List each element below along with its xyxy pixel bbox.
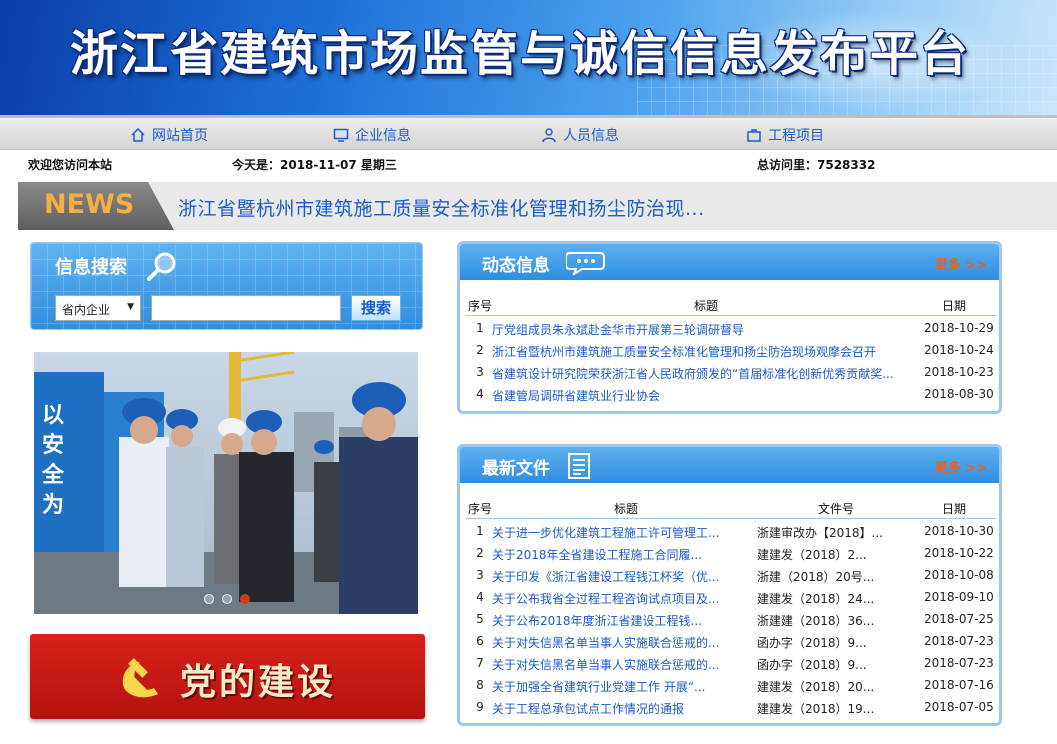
row-title-link[interactable]: 关于公布我省全过程工程咨询试点项目及... [492, 590, 754, 607]
search-category-select[interactable]: 省内企业 ▼ [55, 295, 141, 321]
dynamic-info-table: 序号 标题 日期 1 厅党组成员朱永斌赴金华市开展第三轮调研督导 2018-10… [466, 294, 996, 409]
search-button[interactable]: 搜索 [351, 295, 401, 321]
search-input[interactable] [151, 295, 341, 321]
col-header-date: 日期 [942, 502, 967, 516]
visit-counter: 总访问里：7528332 [757, 158, 876, 172]
row-title-link[interactable]: 关于加强全省建筑行业党建工作 开展“... [492, 678, 754, 695]
slider-dots [204, 594, 250, 604]
table-row: 4 省建管局调研省建筑业行业协会 2018-08-30 [476, 387, 994, 404]
panel-header: 动态信息 更多 >> [460, 244, 999, 280]
table-row: 4 关于公布我省全过程工程咨询试点项目及... 建建发（2018）24... 2… [476, 590, 994, 607]
row-title-link[interactable]: 省建管局调研省建筑业行业协会 [492, 387, 912, 404]
party-banner-title: 党的建设 [180, 662, 337, 703]
col-header-date: 日期 [942, 299, 967, 313]
row-title-link[interactable]: 关于公布2018年度浙江省建设工程钱... [492, 612, 754, 629]
table-row: 1 关于进一步优化建筑工程施工许可管理工... 浙建审改办【2018】... 2… [476, 524, 994, 541]
panel-title: 最新文件 [482, 459, 550, 479]
svg-text:安: 安 [42, 432, 64, 458]
table-header: 序号 标题 日期 [466, 294, 996, 316]
nav-item-personnel[interactable]: 人员信息 [541, 123, 619, 147]
table-row: 2 浙江省暨杭州市建筑施工质量安全标准化管理和扬尘防治现场观摩会召开 2018-… [476, 343, 994, 360]
chevron-down-icon: ▼ [127, 302, 134, 312]
document-icon [568, 453, 590, 479]
person-icon [542, 128, 556, 143]
site-visit-photo: 以 安 全 为 [34, 352, 418, 614]
row-title-link[interactable]: 省建筑设计研究院荣获浙江省人民政府颁发的“首届标准化创新优秀贡献奖... [492, 365, 912, 382]
row-title-link[interactable]: 关于2018年全省建设工程施工合同履... [492, 546, 754, 563]
nav-item-label: 人员信息 [563, 128, 619, 144]
table-row: 5 关于公布2018年度浙江省建设工程钱... 浙建建（2018）36... 2… [476, 612, 994, 629]
party-building-banner[interactable]: 党的建设 [30, 634, 425, 719]
welcome-text: 欢迎您访问本站 [28, 158, 113, 172]
col-header-doc: 文件号 [818, 502, 855, 516]
col-header-title: 标题 [694, 299, 719, 313]
svg-text:全: 全 [41, 462, 65, 488]
nav-item-label: 企业信息 [355, 128, 411, 144]
row-title-link[interactable]: 关于对失信黑名单当事人实施联合惩戒的... [492, 656, 754, 673]
magnifier-icon [147, 252, 176, 281]
svg-text:为: 为 [42, 493, 64, 518]
slider-dot[interactable] [204, 594, 214, 604]
briefcase-icon [747, 129, 761, 142]
nav-item-label: 网站首页 [152, 128, 208, 144]
news-label: NEWS [18, 182, 174, 230]
table-row: 7 关于对失信黑名单当事人实施联合惩戒的... 函办字（2018）9... 20… [476, 656, 994, 673]
row-title-link[interactable]: 关于进一步优化建筑工程施工许可管理工... [492, 524, 754, 541]
row-title-link[interactable]: 关于印发《浙江省建设工程钱江杯奖（优... [492, 568, 754, 585]
news-photo-slider[interactable]: 以 安 全 为 [34, 352, 418, 614]
info-bar: 欢迎您访问本站 今天是：2018-11-07 星期三 总访问里：7528332 [0, 152, 1057, 176]
table-row: 8 关于加强全省建筑行业党建工作 开展“... 建建发（2018）20... 2… [476, 678, 994, 695]
col-header-title: 标题 [614, 502, 639, 516]
hammer-sickle-icon [122, 658, 158, 698]
row-title-link[interactable]: 关于对失信黑名单当事人实施联合惩戒的... [492, 634, 754, 651]
chat-bubble-icon [566, 252, 605, 275]
table-row: 3 关于印发《浙江省建设工程钱江杯奖（优... 浙建（2018）20号... 2… [476, 568, 994, 585]
table-row: 3 省建筑设计研究院荣获浙江省人民政府颁发的“首届标准化创新优秀贡献奖... 2… [476, 365, 994, 382]
nav-item-home[interactable]: 网站首页 [130, 123, 208, 147]
main-nav: 网站首页 企业信息 人员信息 工程项目 [0, 115, 1057, 150]
table-row: 1 厅党组成员朱永斌赴金华市开展第三轮调研督导 2018-10-29 [476, 321, 994, 338]
row-title-link[interactable]: 浙江省暨杭州市建筑施工质量安全标准化管理和扬尘防治现场观摩会召开 [492, 343, 912, 360]
more-link[interactable]: 更多 >> [935, 457, 987, 476]
svg-text:以: 以 [42, 403, 64, 428]
table-row: 2 关于2018年全省建设工程施工合同履... 建建发（2018）2... 20… [476, 546, 994, 563]
search-panel: 信息搜索 省内企业 ▼ 搜索 [30, 242, 423, 330]
table-row: 6 关于对失信黑名单当事人实施联合惩戒的... 函办字（2018）9... 20… [476, 634, 994, 651]
col-header-no: 序号 [468, 502, 493, 516]
slider-dot-active[interactable] [240, 594, 250, 604]
latest-files-table: 序号 标题 文件号 日期 1 关于进一步优化建筑工程施工许可管理工... 浙建审… [466, 497, 996, 722]
nav-item-companies[interactable]: 企业信息 [333, 123, 411, 147]
current-date: 今天是：2018-11-07 星期三 [232, 158, 397, 172]
more-link[interactable]: 更多 >> [935, 254, 987, 273]
slider-dot[interactable] [222, 594, 232, 604]
search-title: 信息搜索 [55, 257, 127, 278]
nav-item-label: 工程项目 [768, 128, 824, 144]
row-title-link[interactable]: 厅党组成员朱永斌赴金华市开展第三轮调研督导 [492, 321, 912, 338]
latest-files-panel: 最新文件 更多 >> 序号 标题 文件号 日期 1 关于进一步优化建筑工程施工许… [457, 444, 1002, 726]
monitor-icon [333, 128, 349, 142]
panel-title: 动态信息 [482, 256, 550, 276]
news-headline-link[interactable]: 浙江省暨杭州市建筑施工质量安全标准化管理和扬尘防治现... [178, 194, 705, 221]
dynamic-info-panel: 动态信息 更多 >> 序号 标题 日期 1 厅党组成员朱永斌赴金华市开展第三轮调… [457, 241, 1002, 414]
nav-item-projects[interactable]: 工程项目 [746, 123, 824, 147]
table-header: 序号 标题 文件号 日期 [466, 497, 996, 519]
row-title-link[interactable]: 关于工程总承包试点工作情况的通报 [492, 700, 754, 717]
col-header-no: 序号 [468, 299, 493, 313]
header-banner: 浙江省建筑市场监管与诚信信息发布平台 [0, 0, 1057, 115]
panel-header: 最新文件 更多 >> [460, 447, 999, 483]
site-title: 浙江省建筑市场监管与诚信信息发布平台 [70, 26, 971, 82]
home-icon [131, 127, 145, 142]
table-row: 9 关于工程总承包试点工作情况的通报 建建发（2018）19... 2018-0… [476, 700, 994, 717]
news-ticker: NEWS 浙江省暨杭州市建筑施工质量安全标准化管理和扬尘防治现... [18, 182, 1057, 230]
